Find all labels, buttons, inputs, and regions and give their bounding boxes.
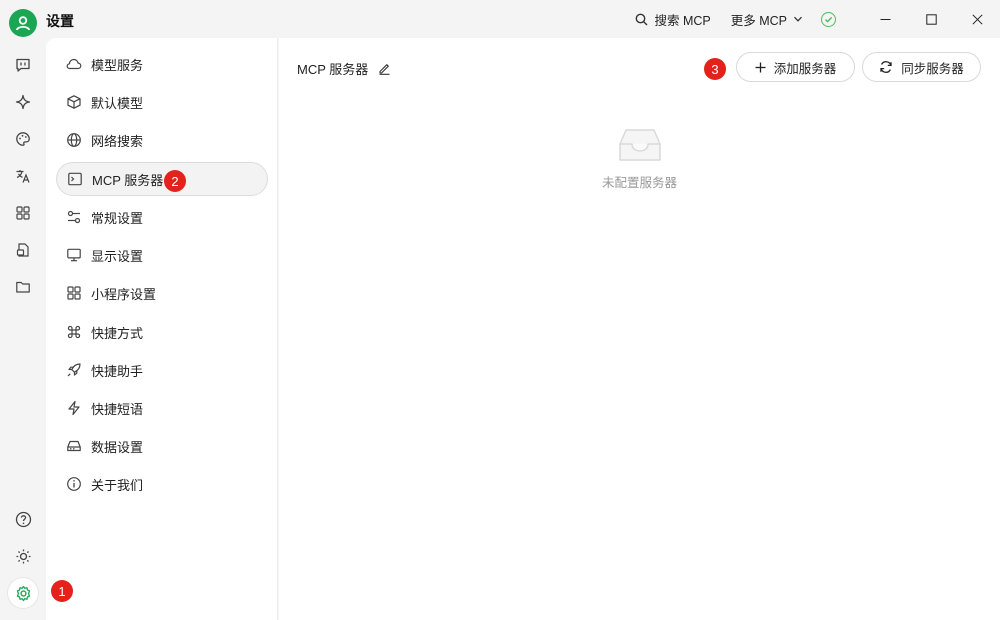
- monitor-icon: [67, 248, 81, 262]
- maximize-icon: [925, 13, 937, 25]
- menu-item-default-model[interactable]: 默认模型: [56, 85, 268, 119]
- search-mcp-button[interactable]: 搜索 MCP: [635, 10, 711, 29]
- rail-settings-button[interactable]: [8, 578, 38, 608]
- menu-item-miniapp-settings[interactable]: 小程序设置: [56, 276, 268, 310]
- menu-item-shortcuts[interactable]: 快捷方式: [56, 315, 268, 349]
- rocket-icon: [67, 363, 81, 377]
- folder-icon: [16, 281, 30, 293]
- bolt-icon: [68, 400, 80, 416]
- rail-files[interactable]: [10, 237, 36, 263]
- menu-item-label: 小程序设置: [91, 286, 157, 302]
- menu-item-model-service[interactable]: 模型服务: [56, 47, 268, 81]
- empty-state-text: 未配置服务器: [601, 176, 677, 190]
- menu-item-label: 快捷助手: [91, 363, 144, 379]
- settings-gear-icon: [16, 585, 30, 601]
- icon-rail: [0, 38, 46, 620]
- status-check-icon[interactable]: [821, 11, 836, 27]
- menu-item-label: 快捷短语: [91, 401, 144, 417]
- menu-item-general-settings[interactable]: 常规设置: [56, 200, 268, 234]
- help-icon: [15, 511, 31, 527]
- menu-item-data-settings[interactable]: 数据设置: [56, 429, 268, 463]
- more-mcp-dropdown[interactable]: 更多 MCP: [731, 10, 803, 29]
- menu-item-label: 常规设置: [91, 210, 144, 226]
- plus-icon: [755, 62, 766, 72]
- cube-icon: [67, 95, 81, 109]
- rail-translate[interactable]: [10, 163, 36, 189]
- minimize-icon: [880, 18, 890, 20]
- more-mcp-label: 更多 MCP: [730, 13, 787, 28]
- title-bar: 设置 搜索 MCP 更多 MCP: [0, 0, 1000, 38]
- sync-server-button[interactable]: 同步服务器: [862, 52, 981, 82]
- add-server-button[interactable]: 添加服务器: [736, 52, 855, 82]
- window-title: 设置: [46, 13, 74, 29]
- add-server-label: 添加服务器: [773, 61, 837, 76]
- menu-item-display-settings[interactable]: 显示设置: [56, 238, 268, 272]
- apps-grid-icon: [16, 206, 30, 220]
- command-icon: [67, 325, 81, 339]
- cloud-icon: [66, 58, 82, 70]
- menu-item-label: 默认模型: [91, 95, 144, 111]
- close-button[interactable]: [954, 0, 1000, 38]
- menu-item-mcp-server[interactable]: MCP 服务器: [56, 162, 268, 196]
- rail-chat[interactable]: [10, 52, 36, 78]
- user-icon: [15, 16, 31, 31]
- rail-apps[interactable]: [10, 200, 36, 226]
- sliders-icon: [67, 210, 81, 224]
- menu-item-label: 网络搜索: [91, 133, 144, 149]
- globe-icon: [67, 133, 81, 147]
- close-icon: [971, 13, 983, 25]
- settings-menu: 模型服务 默认模型 网络搜索 MCP 服务器 常规设置 显示设置 小程序设置 快…: [46, 38, 278, 620]
- step-badge-1: 1: [51, 580, 73, 602]
- maximize-button[interactable]: [908, 0, 954, 38]
- rail-theme[interactable]: [10, 126, 36, 152]
- terminal-icon: [68, 172, 82, 186]
- empty-inbox-icon: [618, 129, 661, 161]
- rail-brightness[interactable]: [10, 543, 36, 569]
- chat-icon: [16, 58, 30, 72]
- user-avatar[interactable]: [9, 9, 37, 37]
- page-title: MCP 服务器: [297, 59, 391, 78]
- menu-item-label: 数据设置: [91, 439, 144, 455]
- brightness-icon: [16, 549, 30, 563]
- rail-folder[interactable]: [10, 274, 36, 300]
- menu-item-quick-assistant[interactable]: 快捷助手: [56, 353, 268, 387]
- search-icon: [636, 13, 648, 25]
- grid-icon: [67, 286, 81, 300]
- page-title-text: MCP 服务器: [297, 62, 369, 77]
- menu-item-label: 模型服务: [91, 57, 144, 73]
- step-badge-2: 2: [164, 170, 186, 192]
- minimize-button[interactable]: [862, 0, 908, 38]
- menu-item-about-us[interactable]: 关于我们: [56, 467, 268, 501]
- rail-assistant[interactable]: [10, 89, 36, 115]
- drive-icon: [67, 440, 81, 452]
- menu-item-label: 快捷方式: [91, 325, 144, 341]
- menu-item-web-search[interactable]: 网络搜索: [56, 123, 268, 157]
- step-badge-3: 3: [704, 58, 726, 80]
- edit-icon[interactable]: [378, 62, 391, 75]
- sparkle-icon: [15, 94, 31, 110]
- menu-item-label: 关于我们: [91, 477, 144, 493]
- menu-item-label: 显示设置: [91, 248, 144, 264]
- chevron-down-icon: [794, 16, 802, 22]
- translate-icon: [16, 170, 30, 183]
- palette-icon: [16, 132, 30, 146]
- sync-server-label: 同步服务器: [901, 61, 964, 76]
- rail-help[interactable]: [10, 506, 36, 532]
- menu-item-quick-phrases[interactable]: 快捷短语: [56, 391, 268, 425]
- menu-item-label: MCP 服务器: [92, 172, 164, 188]
- info-icon: [67, 477, 81, 491]
- search-mcp-label: 搜索 MCP: [654, 13, 711, 28]
- files-icon: [16, 243, 29, 257]
- refresh-icon: [880, 61, 892, 73]
- main-panel: MCP 服务器 添加服务器 同步服务器 未配置服务器: [279, 38, 1000, 620]
- empty-state: 未配置服务器: [279, 126, 1000, 191]
